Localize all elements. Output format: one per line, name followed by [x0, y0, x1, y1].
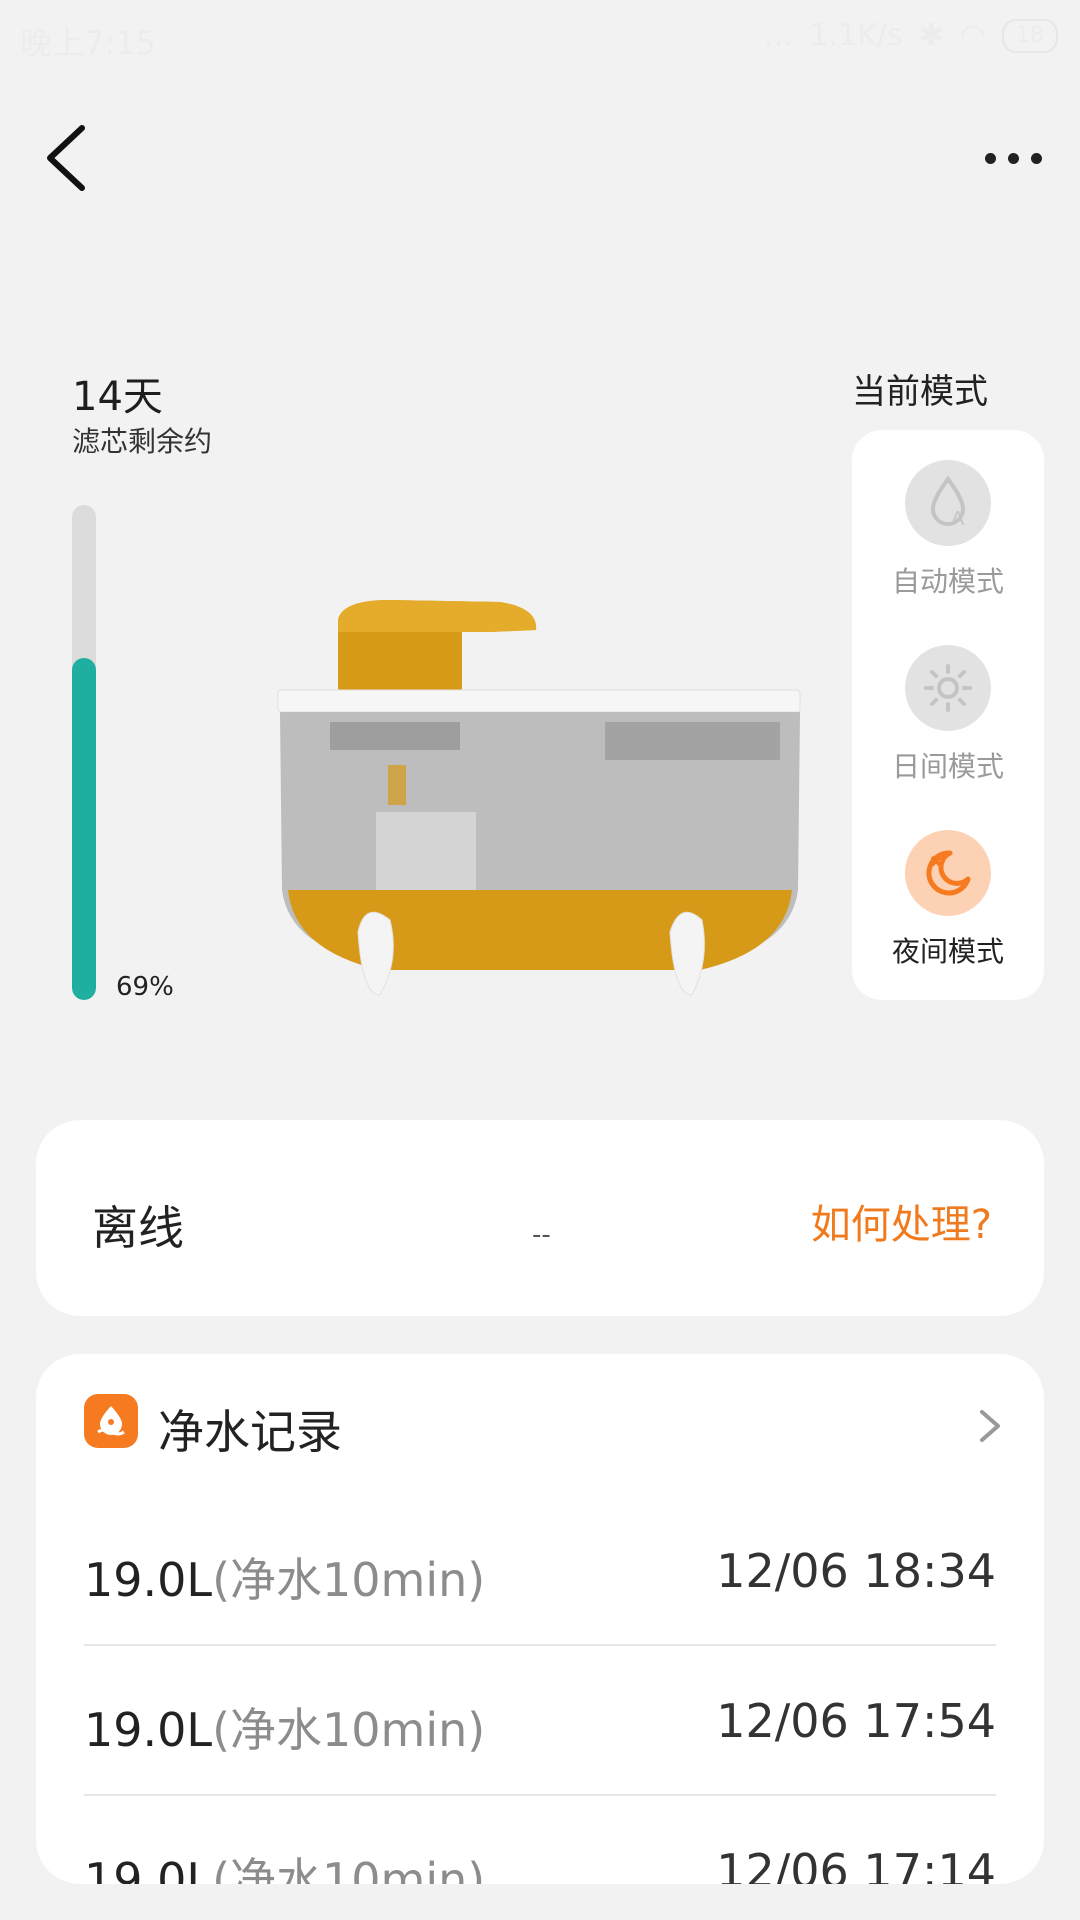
svg-text:A: A: [951, 508, 965, 530]
records-header[interactable]: 净水记录: [36, 1354, 1044, 1494]
record-time: 12/06 18:34: [716, 1544, 996, 1598]
wifi-icon: ◠: [959, 18, 986, 53]
mode-night-label: 夜间模式: [891, 935, 1004, 968]
records-title: 净水记录: [158, 1405, 342, 1459]
record-amount: 19.0L(净水10min): [84, 1844, 485, 1884]
chevron-right-icon: [980, 1410, 1000, 1442]
record-amount: 19.0L(净水10min): [84, 1694, 485, 1760]
record-amount: 19.0L(净水10min): [84, 1544, 485, 1610]
mode-night-button[interactable]: 夜间模式: [852, 830, 1044, 990]
sun-icon: [905, 645, 991, 731]
mode-day-label: 日间模式: [891, 750, 1004, 783]
record-row: 19.0L(净水10min) 12/06 18:34: [84, 1494, 996, 1646]
filter-progress-fill: [72, 658, 96, 1000]
network-speed: 1.1K/s: [809, 18, 903, 53]
device-status-card: 离线 -- 如何处理?: [36, 1120, 1044, 1316]
more-dot: [1030, 152, 1042, 164]
auto-drop-icon: A: [905, 460, 991, 546]
record-volume: 19.0L: [84, 1553, 213, 1607]
chevron-left-icon: [47, 125, 85, 191]
current-mode-title: 当前模式: [852, 372, 988, 412]
water-fountain-illustration: [270, 590, 810, 1010]
record-duration: (净水10min): [212, 1703, 486, 1757]
status-time: 晚上7:15: [20, 24, 156, 62]
filter-percent: 69%: [116, 972, 174, 1002]
mode-auto-label: 自动模式: [891, 565, 1004, 598]
record-duration: (净水10min): [212, 1853, 486, 1884]
battery-indicator: 18: [1002, 18, 1058, 53]
status-value: --: [532, 1220, 551, 1250]
bluetooth-icon: ✱: [918, 18, 944, 53]
purify-water-icon: [84, 1394, 138, 1448]
moon-icon: [905, 830, 991, 916]
purify-records-card: 净水记录 19.0L(净水10min) 12/06 18:34 19.0L(净水…: [36, 1354, 1044, 1884]
more-dots-icon: [984, 152, 996, 164]
mode-auto-button[interactable]: A 自动模式: [852, 460, 1044, 620]
filter-label: 滤芯剩余约: [72, 425, 213, 458]
filter-days-remaining: 14天: [72, 374, 163, 420]
back-button[interactable]: [40, 118, 100, 198]
more-dot: [1007, 152, 1019, 164]
mode-panel: A 自动模式 日间模式 夜间模式: [852, 430, 1044, 1000]
status-icons: … 1.1K/s ✱ ◠ 18: [764, 18, 1058, 53]
record-volume: 19.0L: [84, 1853, 213, 1884]
how-to-fix-link[interactable]: 如何处理?: [811, 1192, 992, 1250]
record-time: 12/06 17:54: [716, 1694, 996, 1748]
mode-day-button[interactable]: 日间模式: [852, 645, 1044, 805]
record-row: 19.0L(净水10min) 12/06 17:54: [84, 1644, 996, 1796]
record-volume: 19.0L: [84, 1703, 213, 1757]
more-button[interactable]: [958, 140, 1068, 176]
status-bar: 晚上7:15 … 1.1K/s ✱ ◠ 18: [0, 0, 1080, 75]
filter-progress-bar: [72, 505, 96, 1000]
more-notifications-icon: …: [763, 18, 794, 53]
record-row: 19.0L(净水10min) 12/06 17:14: [84, 1794, 996, 1884]
record-time: 12/06 17:14: [716, 1844, 996, 1884]
device-status: 离线: [92, 1201, 184, 1255]
record-duration: (净水10min): [212, 1553, 486, 1607]
